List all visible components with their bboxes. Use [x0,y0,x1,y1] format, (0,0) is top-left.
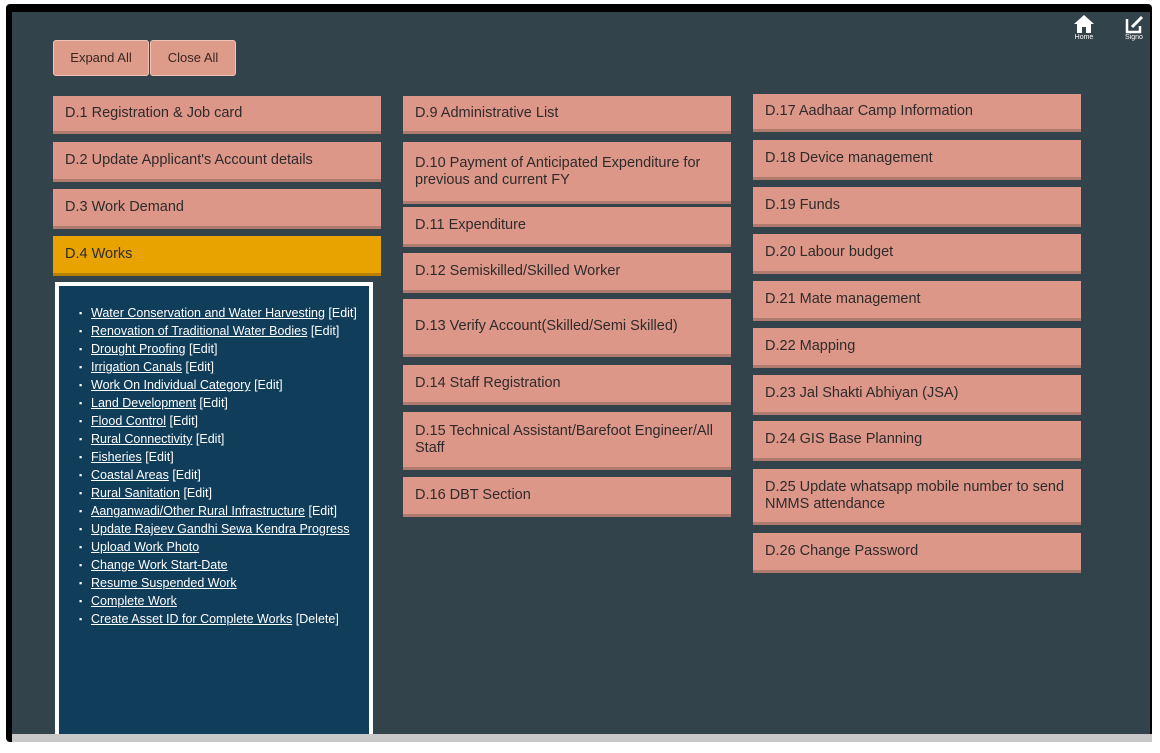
works-submenu-item: Complete Work [79,592,369,610]
edit-link[interactable]: [Edit] [308,504,337,518]
edit-link[interactable]: [Edit] [311,324,340,338]
menu-tile-d1[interactable]: D.1 Registration & Job card [53,96,381,134]
menu-tile-d26[interactable]: D.26 Change Password [753,533,1081,573]
works-submenu-link[interactable]: Update Rajeev Gandhi Sewa Kendra Progres… [91,522,349,536]
menu-tile-d17[interactable]: D.17 Aadhaar Camp Information [753,94,1081,132]
menu-tile-d11[interactable]: D.11 Expenditure [403,207,731,247]
horizontal-scrollbar[interactable] [12,734,1152,742]
menu-tile-d14[interactable]: D.14 Staff Registration [403,365,731,405]
works-submenu-item: Upload Work Photo [79,538,369,556]
sign-out-button[interactable]: Signo [1118,14,1150,41]
works-submenu-item: Drought Proofing [Edit] [79,340,369,358]
menu-tile-d10[interactable]: D.10 Payment of Anticipated Expenditure … [403,142,731,204]
home-button[interactable]: Home [1067,14,1101,41]
edit-link[interactable]: [Edit] [189,342,218,356]
delete-link[interactable]: [Delete] [296,612,339,626]
menu-tile-d12[interactable]: D.12 Semiskilled/Skilled Worker [403,253,731,293]
edit-link[interactable]: [Edit] [254,378,283,392]
works-submenu-link[interactable]: Change Work Start-Date [91,558,228,572]
edit-link[interactable]: [Edit] [186,360,215,374]
menu-tile-d4-works[interactable]: D.4 Works [53,236,381,276]
works-submenu-link[interactable]: Land Development [91,396,196,410]
works-submenu-link[interactable]: Rural Sanitation [91,486,180,500]
edit-link[interactable]: [Edit] [170,414,199,428]
works-submenu-link[interactable]: Coastal Areas [91,468,169,482]
works-submenu-item: Work On Individual Category [Edit] [79,376,369,394]
edit-link[interactable]: [Edit] [172,468,201,482]
edit-link[interactable]: [Edit] [183,486,212,500]
menu-tile-d18[interactable]: D.18 Device management [753,140,1081,180]
works-submenu-link[interactable]: Flood Control [91,414,166,428]
works-submenu-link[interactable]: Drought Proofing [91,342,186,356]
expand-all-button[interactable]: Expand All [53,40,149,76]
works-submenu-link[interactable]: Water Conservation and Water Harvesting [91,306,325,320]
works-submenu-item: Rural Connectivity [Edit] [79,430,369,448]
edit-link[interactable]: [Edit] [196,432,225,446]
works-submenu-link[interactable]: Upload Work Photo [91,540,199,554]
works-submenu-item: Land Development [Edit] [79,394,369,412]
works-submenu-item: Renovation of Traditional Water Bodies [… [79,322,369,340]
edit-link[interactable]: [Edit] [199,396,228,410]
menu-tile-d19[interactable]: D.19 Funds [753,187,1081,227]
sign-out-icon [1125,15,1144,34]
works-submenu-link[interactable]: Rural Connectivity [91,432,192,446]
menu-tile-d22[interactable]: D.22 Mapping [753,328,1081,368]
menu-tile-d24[interactable]: D.24 GIS Base Planning [753,421,1081,461]
menu-tile-d9[interactable]: D.9 Administrative List [403,96,731,134]
menu-tile-d16[interactable]: D.16 DBT Section [403,477,731,517]
works-submenu-list: Water Conservation and Water Harvesting … [59,286,369,628]
menu-tile-d25[interactable]: D.25 Update whatsapp mobile number to se… [753,469,1081,525]
works-submenu-item: Fisheries [Edit] [79,448,369,466]
edit-link[interactable]: [Edit] [328,306,357,320]
works-submenu-link[interactable]: Renovation of Traditional Water Bodies [91,324,307,338]
works-submenu-link[interactable]: Complete Work [91,594,177,608]
menu-tile-d2[interactable]: D.2 Update Applicant's Account details [53,142,381,182]
works-submenu-item: Flood Control [Edit] [79,412,369,430]
menu-tile-d23[interactable]: D.23 Jal Shakti Abhiyan (JSA) [753,375,1081,415]
works-submenu-link[interactable]: Irrigation Canals [91,360,182,374]
works-submenu-item: Rural Sanitation [Edit] [79,484,369,502]
menu-tile-d15[interactable]: D.15 Technical Assistant/Barefoot Engine… [403,412,731,470]
edit-link[interactable]: [Edit] [145,450,174,464]
app-screen: Expand All Close All Home Signo D.1 Regi… [12,12,1150,734]
works-submenu-item: Coastal Areas [Edit] [79,466,369,484]
menu-tile-d3[interactable]: D.3 Work Demand [53,189,381,229]
works-submenu-item: Water Conservation and Water Harvesting … [79,304,369,322]
home-icon [1074,15,1094,33]
sign-out-label: Signo [1125,34,1143,41]
works-submenu-item: Aanganwadi/Other Rural Infrastructure [E… [79,502,369,520]
home-label: Home [1074,34,1094,41]
works-submenu-link[interactable]: Fisheries [91,450,142,464]
works-submenu-item: Update Rajeev Gandhi Sewa Kendra Progres… [79,520,369,538]
close-all-button[interactable]: Close All [150,40,236,76]
works-submenu-item: Irrigation Canals [Edit] [79,358,369,376]
works-submenu-panel: Water Conservation and Water Harvesting … [55,282,373,734]
menu-tile-d13[interactable]: D.13 Verify Account(Skilled/Semi Skilled… [403,299,731,357]
works-submenu-link[interactable]: Resume Suspended Work [91,576,237,590]
menu-tile-d21[interactable]: D.21 Mate management [753,281,1081,321]
works-submenu-item: Change Work Start-Date [79,556,369,574]
works-submenu-link[interactable]: Create Asset ID for Complete Works [91,612,292,626]
works-submenu-link[interactable]: Work On Individual Category [91,378,251,392]
works-submenu-link[interactable]: Aanganwadi/Other Rural Infrastructure [91,504,305,518]
menu-tile-d20[interactable]: D.20 Labour budget [753,234,1081,274]
works-submenu-item: Create Asset ID for Complete Works [Dele… [79,610,369,628]
works-submenu-item: Resume Suspended Work [79,574,369,592]
